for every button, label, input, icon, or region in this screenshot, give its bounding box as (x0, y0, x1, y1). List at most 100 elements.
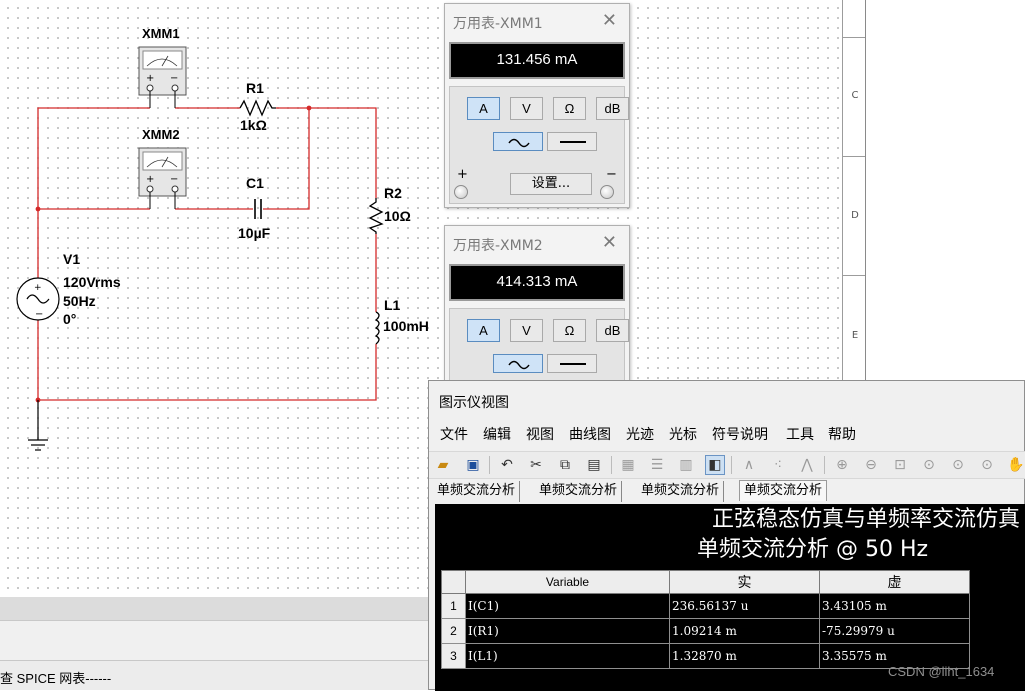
xmm2-mode-db-button[interactable]: dB (596, 319, 629, 342)
circuit-diagram: + − + − + − (16, 46, 384, 451)
cell-real: 236.56137 u (669, 593, 820, 619)
marker-trace-icon[interactable]: ⋀ (797, 455, 817, 475)
pan-hand-icon[interactable]: ✋ (1006, 455, 1025, 475)
svg-text:+: + (146, 174, 154, 185)
line-trace-icon[interactable]: ∧ (739, 455, 759, 475)
zoom-area-icon[interactable]: ⊡ (890, 455, 910, 475)
v1-frequency: 50Hz (63, 293, 96, 309)
header-real[interactable]: 实 (669, 570, 820, 594)
menu-tools[interactable]: 工具 (786, 425, 814, 445)
close-icon[interactable]: ✕ (602, 232, 617, 253)
tab-analysis-1[interactable]: 单频交流分析 (433, 481, 521, 502)
grapher-menu-bar: 文件 编辑 视图 曲线图 光迹 光标 符号说明 工具 帮助 (429, 425, 1025, 447)
cell-real: 1.32870 m (669, 643, 820, 669)
zoom-in-icon[interactable]: ⊕ (832, 455, 852, 475)
xmm1-mode-ohmmeter-button[interactable]: Ω (553, 97, 586, 120)
r2-name: R2 (384, 185, 402, 201)
results-table: Variable 实 虚 1 I(C1) 236.56137 u 3.43105… (441, 570, 970, 669)
l1-symbol (374, 311, 380, 345)
cell-variable: I(R1) (465, 618, 670, 644)
zoom-out-icon[interactable]: ⊖ (861, 455, 881, 475)
zoom-x-icon[interactable]: ⊙ (919, 455, 939, 475)
svg-text:−: − (35, 309, 43, 320)
ac-wave-icon (508, 360, 530, 370)
l1-name: L1 (384, 297, 401, 313)
table-row[interactable]: 2 I(R1) 1.09214 m -75.29979 u (441, 618, 970, 644)
dot-trace-icon[interactable]: ⁖ (768, 455, 788, 475)
tab-analysis-2[interactable]: 单频交流分析 (535, 481, 623, 502)
multimeter-xmm2-window[interactable]: 万用表-XMM2 ✕ 414.313 mA A V Ω dB (444, 225, 630, 388)
plot-subtitle: 单频交流分析 @ 50 Hz (697, 537, 929, 562)
xmm1-ac-button[interactable] (493, 132, 543, 151)
dc-line-icon (560, 141, 586, 143)
undo-icon[interactable]: ↶ (497, 455, 517, 475)
menu-cursor[interactable]: 光标 (669, 425, 697, 445)
xmm2-reading-display: 414.313 mA (449, 264, 625, 301)
open-folder-icon[interactable]: ▰ (433, 455, 453, 475)
header-variable[interactable]: Variable (465, 570, 670, 594)
c1-value: 10µF (238, 225, 271, 241)
xmm2-label: XMM2 (142, 127, 180, 142)
spice-netlist-status: 查 SPICE 网表------ (0, 671, 112, 686)
xmm1-label: XMM1 (142, 26, 180, 41)
xmm1-mode-db-button[interactable]: dB (596, 97, 629, 120)
xmm2-mode-voltmeter-button[interactable]: V (510, 319, 543, 342)
svg-text:−: − (170, 73, 178, 84)
xmm1-window-title: 万用表-XMM1 (453, 16, 543, 32)
row-index: 2 (441, 618, 466, 644)
xmm2-ac-button[interactable] (493, 354, 543, 373)
xmm1-settings-button[interactable]: 设置... (510, 173, 592, 195)
xmm1-mode-ammeter-button[interactable]: A (467, 97, 500, 120)
menu-help[interactable]: 帮助 (828, 425, 856, 445)
table-row[interactable]: 1 I(C1) 236.56137 u 3.43105 m (441, 593, 970, 619)
menu-file[interactable]: 文件 (440, 425, 468, 445)
r1-value: 1kΩ (240, 117, 267, 133)
menu-legend[interactable]: 符号说明 (712, 425, 768, 445)
grid-icon[interactable]: ▦ (618, 455, 638, 475)
xmm1-positive-terminal[interactable] (454, 185, 468, 199)
legend-icon[interactable]: ☰ (647, 455, 667, 475)
multimeter-xmm1-window[interactable]: 万用表-XMM1 ✕ 131.456 mA A V Ω dB + − 设置... (444, 3, 630, 208)
tab-analysis-3[interactable]: 单频交流分析 (637, 481, 725, 502)
xmm1-negative-terminal[interactable] (600, 185, 614, 199)
table-corner (441, 570, 466, 594)
zone-label-c: C (851, 90, 859, 101)
row-index: 3 (441, 643, 466, 669)
header-imaginary[interactable]: 虚 (819, 570, 970, 594)
cell-variable: I(L1) (465, 643, 670, 669)
xmm2-mode-ammeter-button[interactable]: A (467, 319, 500, 342)
copy-icon[interactable]: ⧉ (555, 455, 575, 475)
cell-variable: I(C1) (465, 593, 670, 619)
zoom-y-icon[interactable]: ⊙ (948, 455, 968, 475)
cell-imaginary: 3.43105 m (819, 593, 970, 619)
save-icon[interactable]: ▣ (463, 455, 483, 475)
menu-trace[interactable]: 光迹 (626, 425, 654, 445)
watermark-text: CSDN @liht_1634 (888, 664, 995, 679)
r2-symbol (368, 198, 384, 234)
zoom-fit-icon[interactable]: ⊙ (977, 455, 997, 475)
chart-icon[interactable]: ▥ (676, 455, 696, 475)
c1-symbol (254, 199, 262, 219)
window-background (865, 0, 1025, 380)
xmm1-plus-sign: + (457, 167, 468, 182)
tab-analysis-4[interactable]: 单频交流分析 (739, 480, 828, 501)
menu-view[interactable]: 视图 (526, 425, 554, 445)
xmm1-mode-voltmeter-button[interactable]: V (510, 97, 543, 120)
c1-name: C1 (246, 175, 264, 191)
grapher-view-window[interactable]: 图示仪视图 文件 编辑 视图 曲线图 光迹 光标 符号说明 工具 帮助 ▰ ▣ … (428, 380, 1025, 691)
grapher-toolbar: ▰ ▣ ↶ ✂ ⧉ ▤ ▦ ☰ ▥ ◧ ∧ ⁖ ⋀ ⊕ ⊖ ⊡ ⊙ ⊙ ⊙ ✋ (429, 451, 1025, 479)
svg-text:+: + (146, 73, 154, 84)
cut-icon[interactable]: ✂ (526, 455, 546, 475)
black-background-icon[interactable]: ◧ (705, 455, 725, 475)
grapher-window-title: 图示仪视图 (439, 395, 509, 411)
ground-symbol (28, 400, 48, 451)
grapher-plot-area[interactable]: 正弦稳态仿真与单频率交流仿真 单频交流分析 @ 50 Hz Variable 实… (435, 504, 1025, 691)
xmm2-mode-ohmmeter-button[interactable]: Ω (553, 319, 586, 342)
menu-edit[interactable]: 编辑 (483, 425, 511, 445)
xmm2-dc-button[interactable] (547, 354, 597, 373)
v1-phase: 0° (63, 311, 77, 327)
xmm1-dc-button[interactable] (547, 132, 597, 151)
paste-icon[interactable]: ▤ (584, 455, 604, 475)
menu-graph[interactable]: 曲线图 (569, 425, 611, 445)
close-icon[interactable]: ✕ (602, 10, 617, 31)
